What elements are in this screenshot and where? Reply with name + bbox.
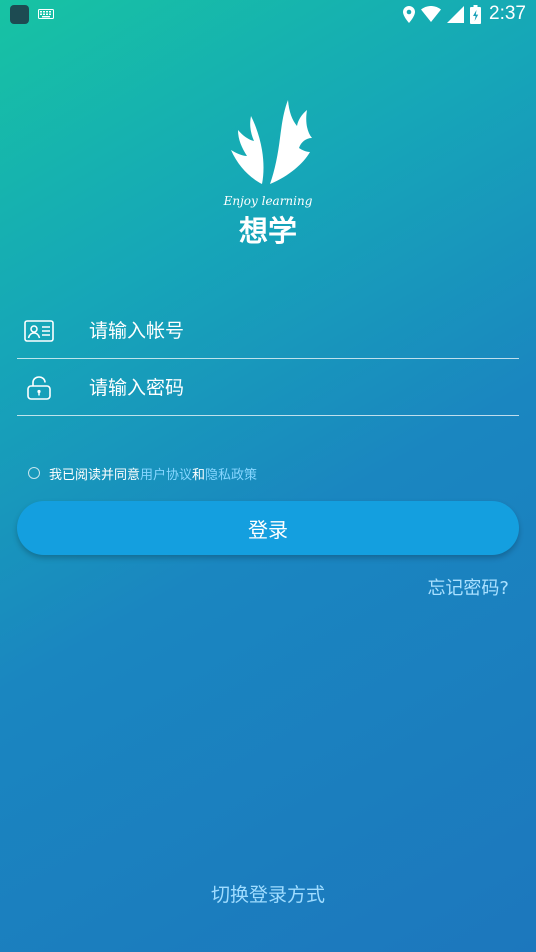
account-row bbox=[17, 303, 519, 359]
signal-icon bbox=[447, 5, 465, 23]
login-button[interactable]: 登录 bbox=[17, 501, 519, 555]
app-logo: Enjoy learning 想学 bbox=[218, 98, 318, 253]
user-agreement-link[interactable]: 用户协议 bbox=[140, 464, 192, 483]
password-input[interactable] bbox=[89, 360, 509, 415]
forgot-password-link[interactable]: 忘记密码? bbox=[427, 574, 509, 600]
agreement-row: 我已阅读并同意 用户协议 和 隐私政策 bbox=[28, 463, 257, 483]
status-bar: 2:37 bbox=[0, 0, 536, 28]
wings-logo-icon: Enjoy learning 想学 bbox=[223, 100, 313, 248]
privacy-policy-link[interactable]: 隐私政策 bbox=[205, 464, 257, 483]
password-row bbox=[17, 360, 519, 416]
agreement-conjunction: 和 bbox=[192, 467, 206, 483]
switch-login-method-link[interactable]: 切换登录方式 bbox=[0, 880, 536, 907]
wifi-icon bbox=[421, 6, 442, 22]
id-card-icon bbox=[24, 320, 54, 342]
status-icons: 2:37 bbox=[403, 3, 526, 25]
clock: 2:37 bbox=[489, 3, 526, 24]
logo-brand: 想学 bbox=[239, 214, 297, 248]
account-input[interactable] bbox=[89, 303, 509, 358]
app-icon bbox=[10, 5, 29, 24]
battery-icon bbox=[470, 4, 482, 24]
agreement-checkbox[interactable] bbox=[28, 467, 40, 479]
agreement-prefix: 我已阅读并同意 bbox=[49, 467, 141, 483]
keyboard-icon bbox=[38, 9, 54, 19]
logo-tagline: Enjoy learning bbox=[223, 194, 313, 208]
location-icon bbox=[403, 5, 416, 23]
lock-icon bbox=[27, 376, 51, 400]
